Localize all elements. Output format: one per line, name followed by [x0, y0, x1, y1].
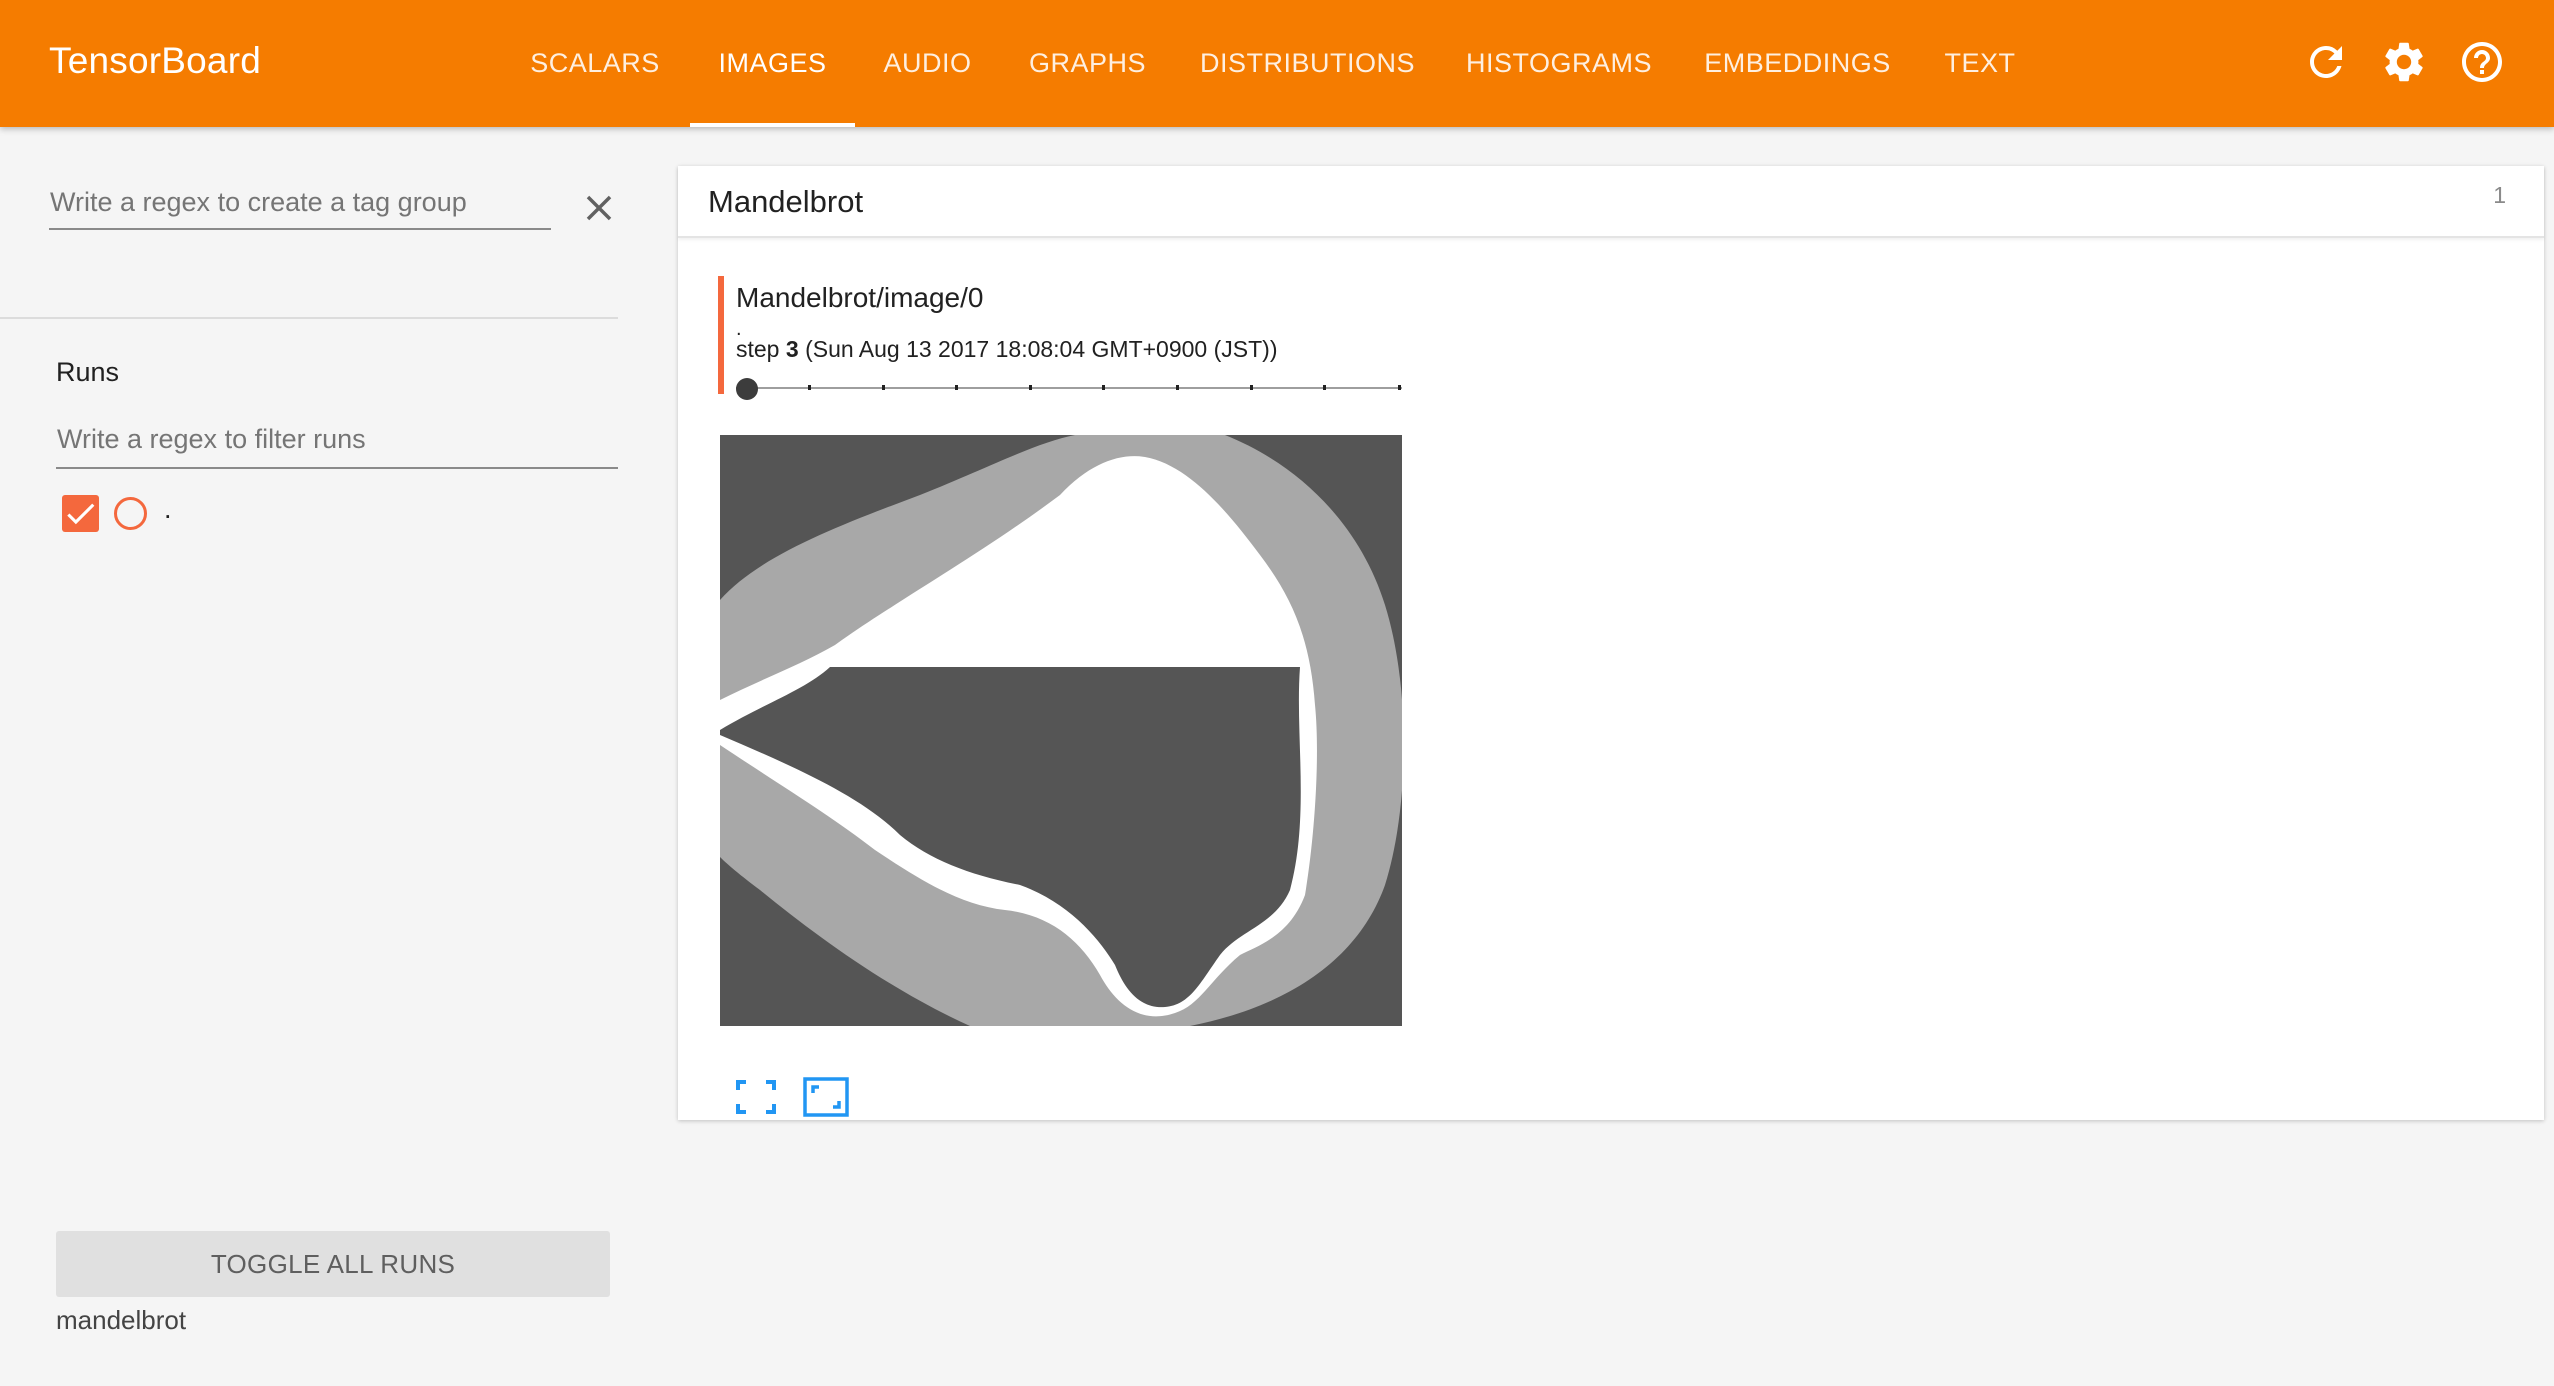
tab-label: SCALARS — [530, 48, 660, 78]
tab-histograms[interactable]: HISTOGRAMS — [1440, 0, 1678, 127]
sidebar: Runs . TOGGLE ALL RUNS mandelbrot — [0, 127, 630, 1386]
app-title: TensorBoard — [49, 40, 261, 81]
checkmark-icon — [67, 503, 95, 525]
card-count: 1 — [2493, 182, 2506, 208]
slider-tick — [1323, 385, 1326, 390]
step-number: 3 — [785, 336, 799, 362]
run-name: . — [164, 494, 172, 524]
help-icon[interactable] — [2458, 38, 2506, 86]
tab-label: HISTOGRAMS — [1465, 48, 1653, 78]
actual-size-icon[interactable] — [802, 1076, 850, 1118]
tab-distributions[interactable]: DISTRIBUTIONS — [1185, 0, 1430, 127]
tag-group-regex-input[interactable] — [49, 182, 551, 230]
tab-label: EMBEDDINGS — [1704, 48, 1891, 78]
tab-graphs[interactable]: GRAPHS — [1000, 0, 1175, 127]
active-tab-indicator — [690, 123, 855, 127]
runs-heading: Runs — [56, 357, 120, 387]
settings-gear-icon[interactable] — [2380, 38, 2428, 86]
sidebar-divider — [0, 317, 618, 319]
slider-knob[interactable] — [736, 378, 758, 400]
tab-scalars[interactable]: SCALARS — [505, 0, 685, 127]
slider-tick — [808, 385, 811, 390]
clear-icon[interactable] — [578, 187, 620, 229]
toggle-all-runs-button[interactable]: TOGGLE ALL RUNS — [56, 1231, 610, 1297]
data-location: mandelbrot — [56, 1305, 187, 1335]
step-slider[interactable] — [736, 373, 1402, 403]
fullscreen-icon[interactable] — [732, 1076, 780, 1118]
slider-tick — [1102, 385, 1105, 390]
card-header[interactable]: Mandelbrot 1 — [678, 166, 2544, 238]
summary-image — [720, 435, 1402, 1026]
slider-tick — [882, 385, 885, 390]
image-step-info: step 3 (Sun Aug 13 2017 18:08:04 GMT+090… — [736, 336, 1277, 363]
step-label: step — [736, 336, 780, 362]
run-color-bar — [718, 276, 724, 394]
slider-track — [736, 387, 1402, 389]
tag-group-card: Mandelbrot 1 Mandelbrot/image/0 . step 3… — [678, 166, 2544, 1120]
slider-tick — [1176, 385, 1179, 390]
slider-tick — [1250, 385, 1253, 390]
slider-tick — [1029, 385, 1032, 390]
run-color-radio[interactable] — [114, 497, 147, 530]
tab-embeddings[interactable]: EMBEDDINGS — [1690, 0, 1905, 127]
tab-label: GRAPHS — [1028, 48, 1147, 78]
step-timestamp: (Sun Aug 13 2017 18:08:04 GMT+0900 (JST)… — [805, 336, 1278, 362]
tab-label: DISTRIBUTIONS — [1199, 48, 1415, 78]
tab-audio[interactable]: AUDIO — [860, 0, 995, 127]
run-item: . — [62, 492, 362, 532]
image-tag-name: Mandelbrot/image/0 — [736, 282, 984, 313]
image-pane: Mandelbrot/image/0 . step 3 (Sun Aug 13 … — [718, 276, 1418, 1117]
run-checkbox[interactable] — [62, 495, 99, 532]
card-title: Mandelbrot — [708, 184, 864, 219]
tab-label: IMAGES — [718, 48, 827, 78]
tab-label: AUDIO — [883, 48, 972, 78]
slider-tick — [1398, 385, 1401, 390]
tab-images[interactable]: IMAGES — [690, 0, 855, 127]
runs-filter-input[interactable] — [56, 419, 618, 469]
top-toolbar: TensorBoard SCALARS IMAGES AUDIO GRAPHS … — [0, 0, 2554, 127]
tab-text[interactable]: TEXT — [1915, 0, 2045, 127]
tab-label: TEXT — [1944, 48, 2016, 78]
slider-tick — [955, 385, 958, 390]
refresh-icon[interactable] — [2302, 38, 2350, 86]
